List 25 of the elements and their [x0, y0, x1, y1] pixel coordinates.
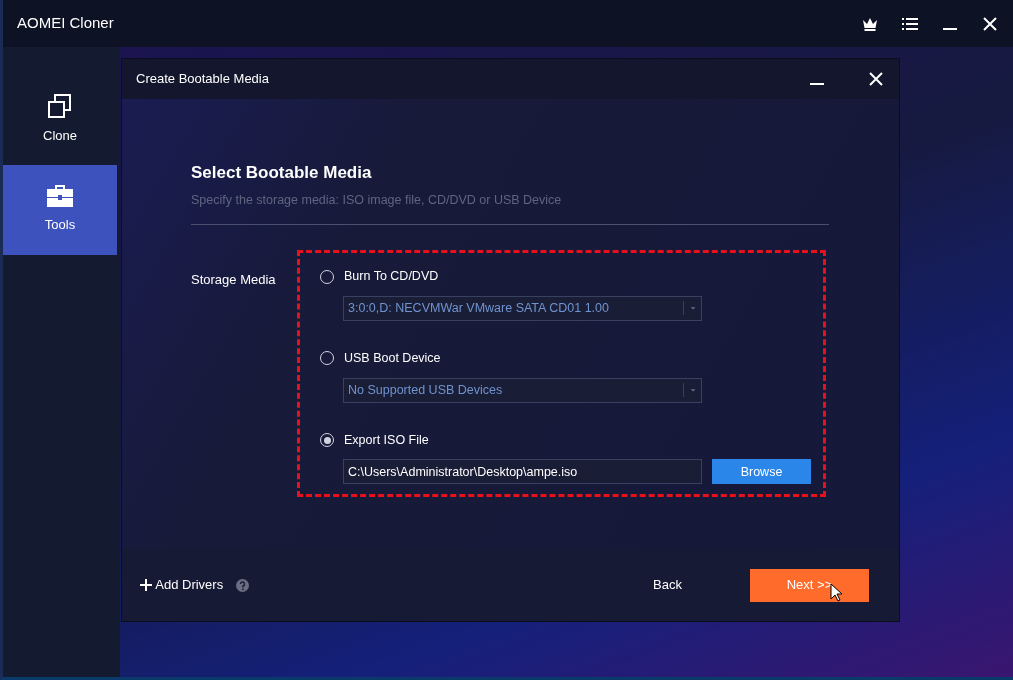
add-drivers-button[interactable]: Add Drivers [140, 575, 224, 595]
help-icon[interactable] [236, 578, 250, 592]
close-icon[interactable] [867, 70, 885, 88]
file-path-field[interactable]: C:\Users\Administrator\Desktop\ampe.iso [343, 459, 702, 485]
sidebar-item[interactable]: Tools [3, 165, 117, 255]
sidebar-item[interactable]: Clone [3, 75, 117, 165]
dropdown-field[interactable]: 3:0:0,D: NECVMWar VMware SATA CD01 1.00 [343, 295, 702, 321]
option-label: Burn To CD/DVD [344, 268, 439, 286]
copy-icon [48, 94, 72, 119]
field-label: Storage Media [191, 272, 276, 288]
dialog-subtitle: Specify the storage media: ISO image file, CD/DVD or USB Device [191, 191, 829, 226]
dialog-title: Create Bootable Media [136, 70, 269, 89]
back-button[interactable]: Back [647, 574, 688, 596]
close-icon[interactable] [981, 14, 999, 33]
app-title: AOMEI Cloner [17, 13, 114, 34]
plus-icon [140, 579, 152, 591]
option-label: USB Boot Device [344, 349, 441, 367]
dialog-heading: Select Bootable Media [191, 163, 373, 184]
cursor-icon [830, 582, 842, 602]
option-label: Export ISO File [344, 431, 429, 449]
toolbox-icon [47, 185, 73, 208]
browse-button[interactable]: Browse [712, 459, 811, 485]
caret-icon [683, 301, 697, 316]
dropdown-field[interactable]: No Supported USB Devices [343, 377, 702, 403]
caret-icon [683, 383, 697, 398]
